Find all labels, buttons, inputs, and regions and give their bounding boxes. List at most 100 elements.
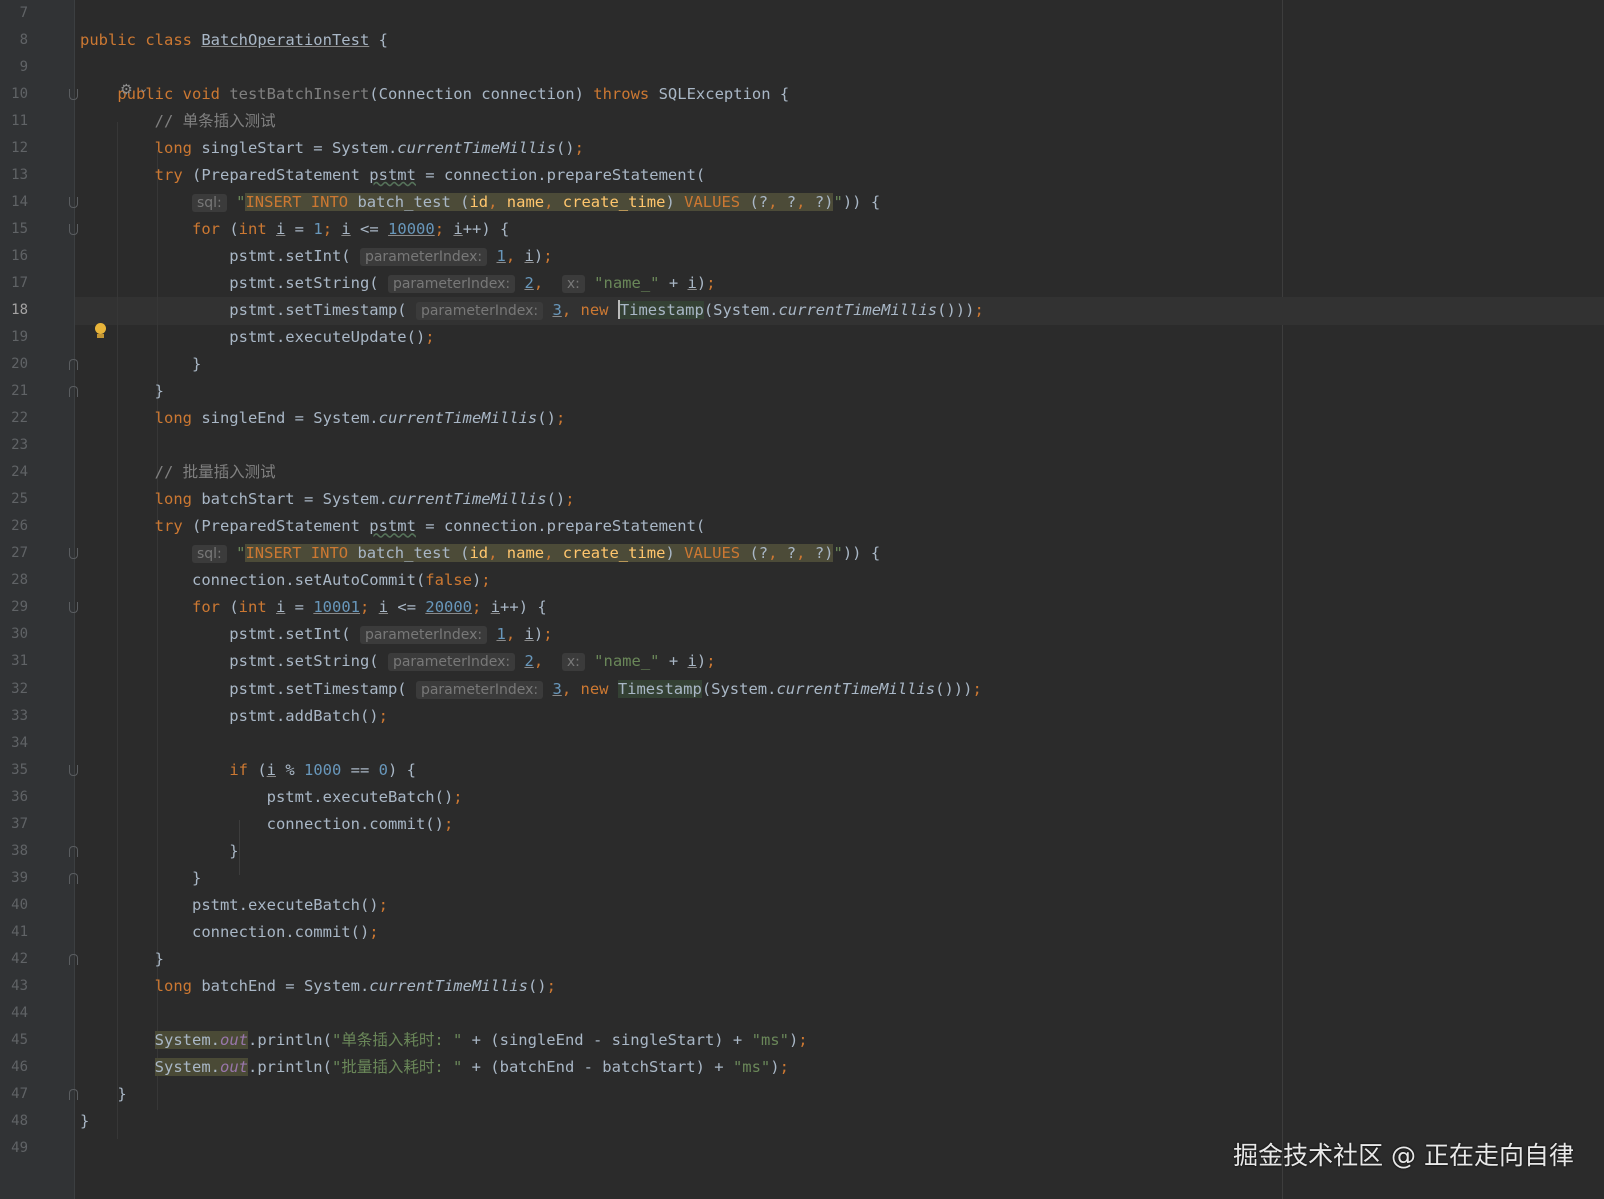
code-line[interactable]: 24 // 批量插入测试 <box>0 459 1604 487</box>
intention-bulb-icon[interactable] <box>95 323 106 334</box>
code-token: for <box>191 220 220 239</box>
code-line[interactable]: 13 try (PreparedStatement pstmt = connec… <box>0 162 1604 190</box>
code-text: pstmt.setInt( parameterIndex: 1, i); <box>80 621 553 650</box>
code-line[interactable]: 48} <box>0 1108 1604 1136</box>
code-line[interactable]: 21 } <box>0 378 1604 406</box>
fold-marker-icon[interactable] <box>69 197 78 209</box>
code-line[interactable]: 9 <box>0 54 1604 82</box>
code-line[interactable]: 7 <box>0 0 1604 28</box>
code-text: try (PreparedStatement pstmt = connectio… <box>80 513 706 541</box>
code-token: try <box>154 517 183 536</box>
code-token: currentTimeMillis <box>378 409 538 428</box>
code-token: 2 <box>524 274 534 293</box>
fold-marker-icon[interactable] <box>69 386 78 398</box>
code-line[interactable]: 47 } <box>0 1081 1604 1109</box>
code-token: // 批量插入测试 <box>80 463 276 482</box>
code-token: for <box>191 598 220 617</box>
code-token: ++) { <box>462 220 510 239</box>
code-line[interactable]: 25 long batchStart = System.currentTimeM… <box>0 486 1604 514</box>
code-line[interactable]: 37 connection.commit(); <box>0 811 1604 839</box>
fold-marker-icon[interactable] <box>69 548 78 560</box>
code-line[interactable]: 23 <box>0 432 1604 460</box>
fold-marker-icon[interactable] <box>69 845 78 857</box>
code-line[interactable]: 41 connection.commit(); <box>0 919 1604 947</box>
code-token: , <box>533 652 562 671</box>
code-token: 1 <box>496 247 506 266</box>
code-line[interactable]: 33 pstmt.addBatch(); <box>0 703 1604 731</box>
code-token: , <box>561 679 581 698</box>
code-line[interactable]: 40 pstmt.executeBatch(); <box>0 892 1604 920</box>
code-token: ; <box>322 220 342 239</box>
code-line[interactable]: 45 System.out.println("单条插入耗时: " + (sing… <box>0 1027 1604 1055</box>
code-token: ; <box>574 139 584 158</box>
code-line[interactable]: 44 <box>0 1000 1604 1028</box>
code-line[interactable]: 29 for (int i = 10001; i <= 20000; i++) … <box>0 594 1604 622</box>
code-line[interactable]: 22 long singleEnd = System.currentTimeMi… <box>0 405 1604 433</box>
code-token: , <box>505 625 525 644</box>
code-text: public void testBatchInsert(Connection c… <box>80 81 789 109</box>
code-editor[interactable]: 7 8 public class BatchOperationTest { 9 10 p… <box>0 0 1604 1199</box>
fold-marker-icon[interactable] <box>69 764 78 776</box>
code-line[interactable]: 35 if (i % 1000 == 0) { <box>0 757 1604 785</box>
code-token: create_time <box>562 193 666 212</box>
code-line[interactable]: 15 for (int i = 1; i <= 10000; i++) { <box>0 216 1604 244</box>
code-line[interactable]: 43 long batchEnd = System.currentTimeMil… <box>0 973 1604 1001</box>
code-line[interactable]: 18 pstmt.setTimestamp( parameterIndex: 3… <box>0 297 1604 325</box>
code-line[interactable]: 36 pstmt.executeBatch(); <box>0 784 1604 812</box>
code-text: for (int i = 10001; i <= 20000; i++) { <box>80 594 547 622</box>
code-token: ())) <box>935 679 973 698</box>
code-token: "ms" <box>751 1030 789 1049</box>
code-token: + (singleEnd - singleStart) + <box>462 1030 752 1049</box>
fold-marker-icon[interactable] <box>69 224 78 236</box>
code-token: 1000 <box>304 760 342 779</box>
fold-marker-icon[interactable] <box>69 872 78 884</box>
code-line[interactable]: 8 public class BatchOperationTest { <box>0 27 1604 55</box>
fold-marker-icon[interactable] <box>69 953 78 965</box>
code-line[interactable]: 10 public void testBatchInsert(Connectio… <box>0 81 1604 109</box>
code-line[interactable]: 38 } <box>0 838 1604 866</box>
line-number: 9 <box>19 59 28 76</box>
code-token: , <box>768 544 787 563</box>
code-token: i <box>266 760 276 779</box>
code-line[interactable]: 11 // 单条插入测试 <box>0 108 1604 136</box>
code-line[interactable]: 31 pstmt.setString( parameterIndex: 2, x… <box>0 648 1604 676</box>
code-token: ; <box>565 490 575 509</box>
fold-marker-icon[interactable] <box>69 602 78 614</box>
code-line[interactable]: 39 } <box>0 865 1604 893</box>
chevron-down-icon[interactable]: ⌄ <box>139 82 148 95</box>
code-token: if <box>229 760 248 779</box>
code-line[interactable]: 30 pstmt.setInt( parameterIndex: 1, i); <box>0 621 1604 649</box>
code-line[interactable]: 16 pstmt.setInt( parameterIndex: 1, i); <box>0 243 1604 271</box>
code-line[interactable]: 12 long singleStart = System.currentTime… <box>0 135 1604 163</box>
code-token: , <box>505 247 525 266</box>
code-token: // 单条插入测试 <box>80 112 276 131</box>
code-line[interactable]: 19 pstmt.executeUpdate(); <box>0 324 1604 352</box>
code-token: , <box>488 193 507 212</box>
code-text: System.out.println("批量插入耗时: " + (batchEn… <box>80 1054 789 1082</box>
parameter-hint: x: <box>561 653 585 672</box>
code-line[interactable]: 42 } <box>0 946 1604 974</box>
code-line[interactable]: 26 try (PreparedStatement pstmt = connec… <box>0 513 1604 541</box>
code-text: pstmt.setTimestamp( parameterIndex: 3, n… <box>80 297 984 326</box>
code-token: 20000 <box>425 598 473 617</box>
code-token: pstmt.setString( <box>80 274 388 293</box>
fold-marker-icon[interactable] <box>69 1088 78 1100</box>
code-token: ) <box>696 274 707 293</box>
code-line[interactable]: 32 pstmt.setTimestamp( parameterIndex: 3… <box>0 676 1604 704</box>
code-line[interactable]: 14 sql: " INSERT INTO batch_test (id, nam… <box>0 189 1604 217</box>
code-line[interactable]: 28 connection.setAutoCommit(false); <box>0 567 1604 595</box>
fold-marker-icon[interactable] <box>69 89 78 101</box>
line-number: 10 <box>11 86 28 103</box>
fold-marker-icon[interactable] <box>69 359 78 371</box>
code-line[interactable]: 27 sql: " INSERT INTO batch_test (id, nam… <box>0 540 1604 568</box>
code-line[interactable]: 46 System.out.println("批量插入耗时: " + (batc… <box>0 1054 1604 1082</box>
code-line[interactable]: 20 } <box>0 351 1604 379</box>
code-token: () <box>555 139 575 158</box>
code-line[interactable]: 17 pstmt.setString( parameterIndex: 2, x… <box>0 270 1604 298</box>
run-gutter-icon[interactable]: ⚙ <box>120 82 133 98</box>
code-line[interactable]: 34 <box>0 730 1604 758</box>
line-number: 40 <box>11 896 28 913</box>
line-number: 16 <box>11 248 28 265</box>
